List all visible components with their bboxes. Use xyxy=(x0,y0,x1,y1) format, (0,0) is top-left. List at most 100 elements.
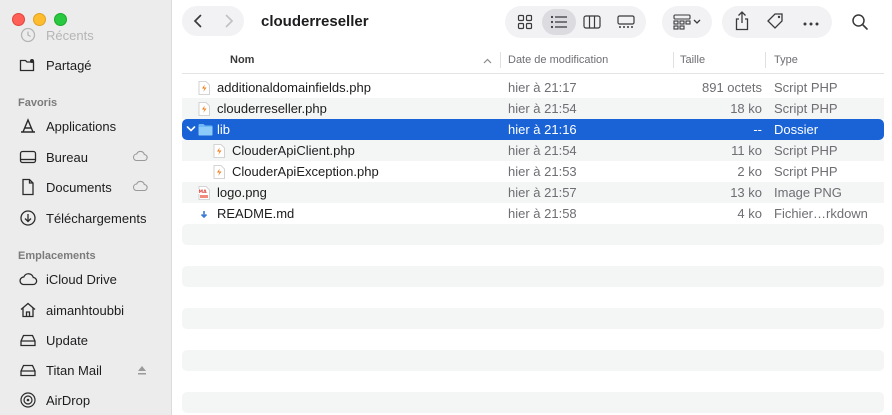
column-divider[interactable] xyxy=(765,52,766,68)
file-date: hier à 21:53 xyxy=(508,164,577,179)
sidebar-item-desktop[interactable]: Bureau xyxy=(8,144,164,170)
minimize-window-button[interactable] xyxy=(33,13,46,26)
file-date: hier à 21:16 xyxy=(508,122,577,137)
table-row[interactable]: ClouderApiException.php hier à 21:53 2 ko S… xyxy=(182,161,884,182)
sidebar-item-icloud-drive[interactable]: iCloud Drive xyxy=(8,266,164,292)
zoom-window-button[interactable] xyxy=(54,13,67,26)
png-file-icon: MA xyxy=(198,182,214,203)
file-kind: Script PHP xyxy=(774,164,838,179)
drive-icon xyxy=(18,360,38,380)
file-size: 11 ko xyxy=(731,143,762,158)
ellipsis-icon xyxy=(803,22,819,25)
search-button[interactable] xyxy=(842,6,878,38)
sidebar-item-label: Récents xyxy=(46,27,94,43)
sidebar: Récents Partagé Favoris Applications Bur… xyxy=(0,0,172,415)
file-size: 13 ko xyxy=(730,185,762,200)
file-size: -- xyxy=(753,122,762,137)
file-date: hier à 21:57 xyxy=(508,185,577,200)
icon-view-button[interactable] xyxy=(508,9,542,35)
php-file-icon xyxy=(213,161,229,182)
sidebar-item-shared[interactable]: Partagé xyxy=(8,52,164,78)
file-name: clouderreseller.php xyxy=(217,101,327,116)
clock-icon xyxy=(18,25,38,45)
eject-icon[interactable] xyxy=(136,364,148,379)
download-icon xyxy=(18,208,38,228)
close-window-button[interactable] xyxy=(12,13,25,26)
icloud-status-icon xyxy=(132,180,148,195)
markdown-file-icon xyxy=(198,203,214,224)
sidebar-item-home[interactable]: aimanhtoubbi xyxy=(8,297,164,323)
sidebar-item-label: aimanhtoubbi xyxy=(46,302,125,318)
group-by-button[interactable] xyxy=(662,6,712,38)
share-button[interactable] xyxy=(734,10,750,34)
sidebar-item-downloads[interactable]: Téléchargements xyxy=(8,205,164,231)
window-controls xyxy=(12,13,67,26)
php-file-icon xyxy=(198,98,214,119)
sidebar-item-applications[interactable]: Applications xyxy=(8,113,164,139)
forward-button[interactable] xyxy=(213,6,244,36)
file-kind: Script PHP xyxy=(774,101,838,116)
empty-row xyxy=(182,392,884,413)
column-header-size[interactable]: Taille xyxy=(680,54,705,66)
desktop-icon xyxy=(18,147,38,167)
table-row[interactable]: README.md hier à 21:58 4 ko Fichier…rkdown xyxy=(182,203,884,224)
sidebar-item-label: Update xyxy=(46,332,88,348)
columns-icon xyxy=(583,15,601,29)
column-header-kind[interactable]: Type xyxy=(774,54,798,66)
empty-row xyxy=(182,329,884,350)
sidebar-item-documents[interactable]: Documents xyxy=(8,174,164,200)
column-divider[interactable] xyxy=(673,52,674,68)
grid-icon xyxy=(517,14,532,30)
airdrop-icon xyxy=(18,390,38,410)
table-row[interactable]: MA logo.png hier à 21:57 13 ko Image PNG xyxy=(182,182,884,203)
empty-row xyxy=(182,224,884,245)
sidebar-item-titan-mail[interactable]: Titan Mail xyxy=(8,357,164,383)
icloud-status-icon xyxy=(132,150,148,165)
empty-row xyxy=(182,245,884,266)
sidebar-item-label: Bureau xyxy=(46,149,88,165)
empty-row xyxy=(182,350,884,371)
sidebar-item-update[interactable]: Update xyxy=(8,327,164,353)
file-date: hier à 21:58 xyxy=(508,206,577,221)
file-name: logo.png xyxy=(217,185,267,200)
sidebar-item-airdrop[interactable]: AirDrop xyxy=(8,387,164,413)
sidebar-item-label: Applications xyxy=(46,118,117,134)
finder-window: Récents Partagé Favoris Applications Bur… xyxy=(0,0,892,415)
column-header-date[interactable]: Date de modification xyxy=(508,54,608,66)
file-kind: Image PNG xyxy=(774,185,842,200)
sidebar-item-label: Partagé xyxy=(46,57,92,73)
chevron-right-icon xyxy=(225,14,233,28)
column-header-name[interactable]: Nom xyxy=(230,54,254,66)
file-name: README.md xyxy=(217,206,295,221)
list-icon xyxy=(550,15,567,29)
svg-text:MA: MA xyxy=(199,189,208,195)
more-actions-button[interactable] xyxy=(802,15,820,30)
tag-button[interactable] xyxy=(766,12,786,33)
file-size: 18 ko xyxy=(730,101,762,116)
gallery-view-button[interactable] xyxy=(609,9,643,35)
list-view-button[interactable] xyxy=(541,9,576,35)
navigation-buttons xyxy=(182,6,244,36)
group-icon xyxy=(673,14,691,30)
toolbar: clouderreseller xyxy=(172,0,892,44)
empty-row xyxy=(182,287,884,308)
column-view-button[interactable] xyxy=(576,9,610,35)
document-icon xyxy=(18,177,38,197)
file-list: Nom Date de modification Taille Type add… xyxy=(182,46,884,415)
shared-folder-icon xyxy=(18,55,38,75)
table-row[interactable]: lib hier à 21:16 -- Dossier xyxy=(182,119,884,140)
back-button[interactable] xyxy=(182,6,213,36)
file-size: 2 ko xyxy=(737,164,762,179)
sidebar-item-label: Téléchargements xyxy=(46,210,147,226)
locations-section-title: Emplacements xyxy=(18,250,96,262)
applications-icon xyxy=(18,116,38,136)
disclosure-chevron-down-icon[interactable] xyxy=(185,123,197,135)
table-row[interactable]: ClouderApiClient.php hier à 21:54 11 ko Scr… xyxy=(182,140,884,161)
empty-row xyxy=(182,371,884,392)
list-header: Nom Date de modification Taille Type xyxy=(182,46,884,74)
table-row[interactable]: clouderreseller.php hier à 21:54 18 ko Scri… xyxy=(182,98,884,119)
file-date: hier à 21:54 xyxy=(508,143,577,158)
table-row[interactable]: additionaldomainfields.php hier à 21:17 89… xyxy=(182,77,884,98)
share-icon xyxy=(735,10,749,30)
column-divider[interactable] xyxy=(500,52,501,68)
